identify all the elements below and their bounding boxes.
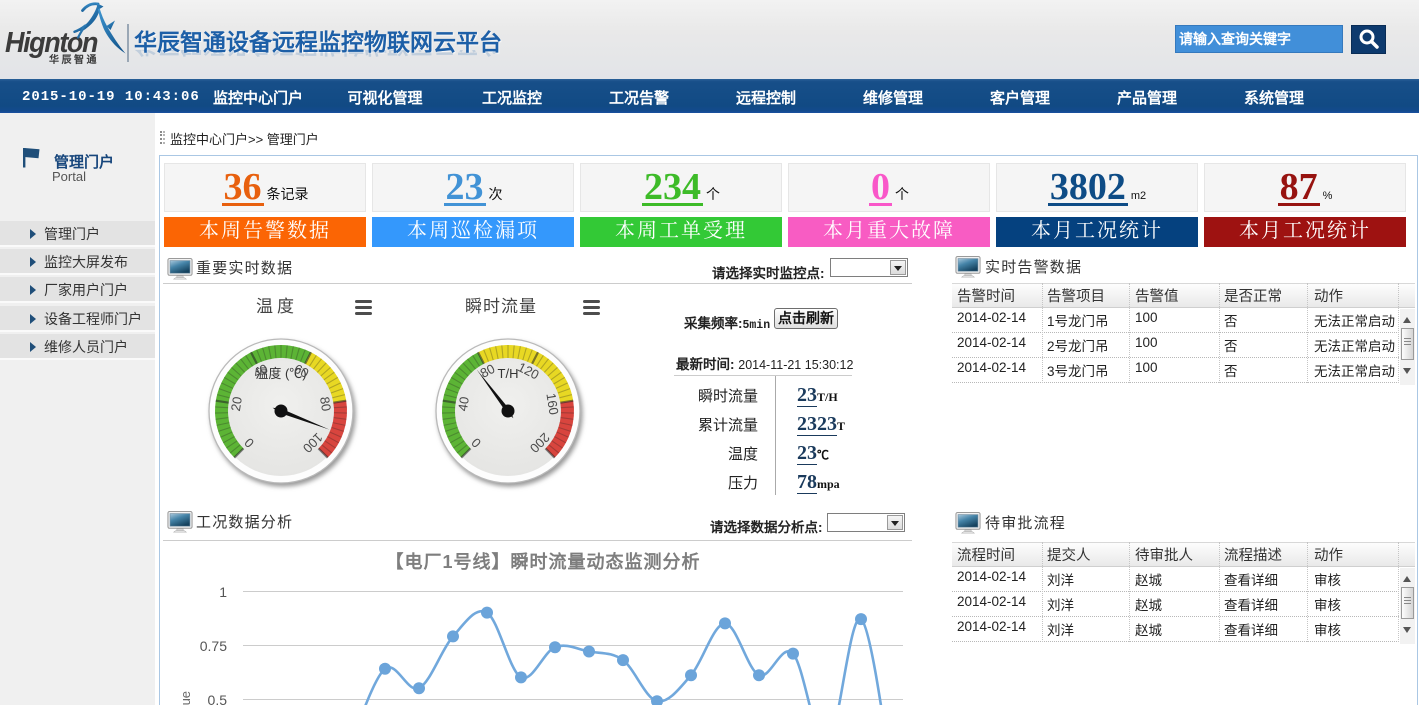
svg-text:80: 80 bbox=[317, 396, 334, 413]
svg-text:20: 20 bbox=[228, 396, 245, 413]
svg-text:40: 40 bbox=[455, 396, 472, 413]
svg-text:T/H: T/H bbox=[498, 366, 519, 381]
